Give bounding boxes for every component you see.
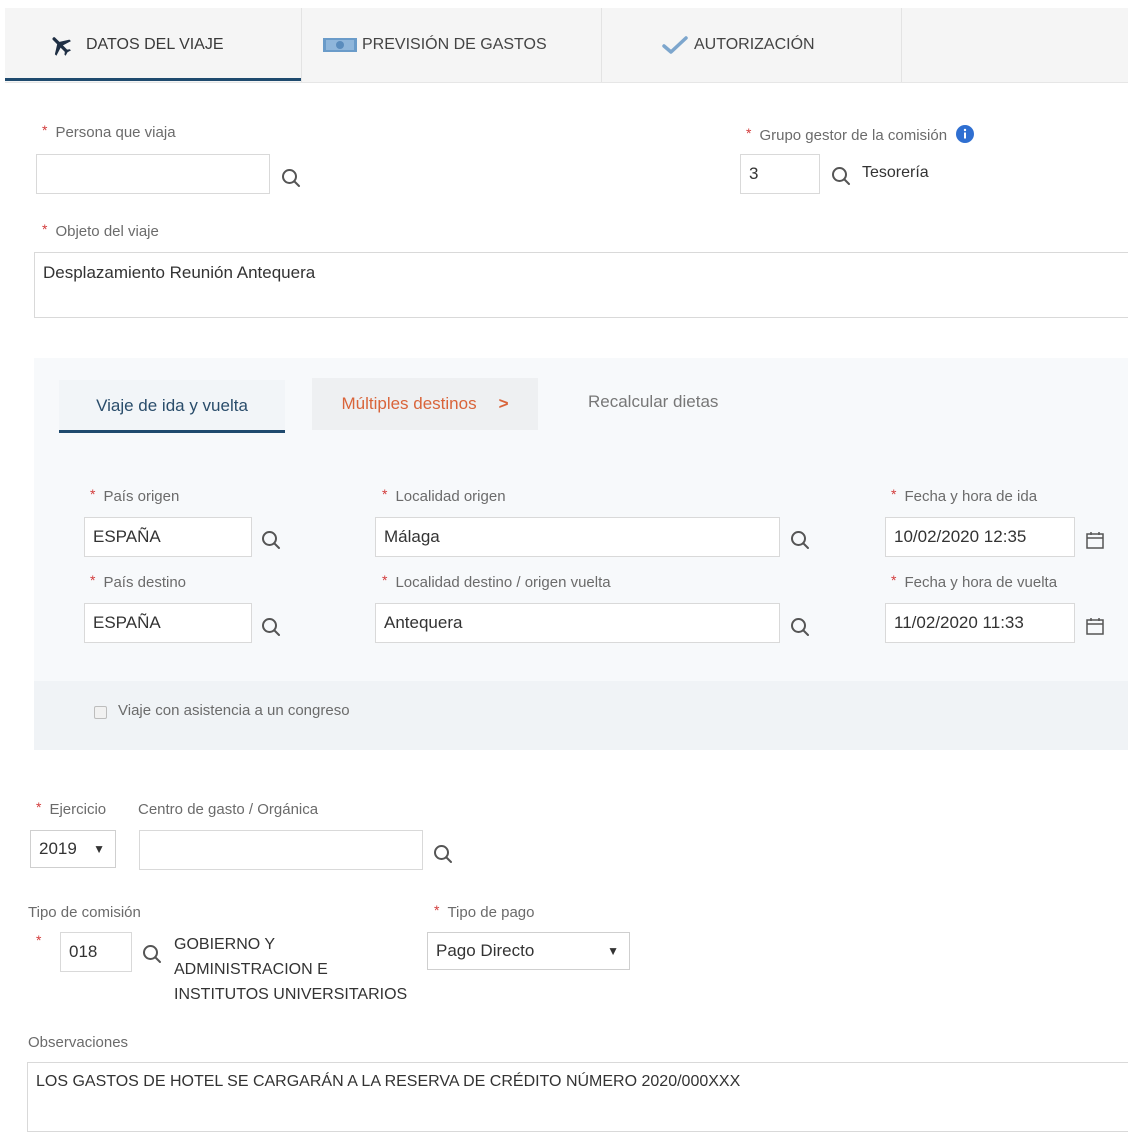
centro-input[interactable] (139, 830, 423, 870)
observaciones-label: Observaciones (28, 1034, 129, 1051)
pais-destino-input[interactable]: ESPAÑA (84, 603, 252, 643)
search-icon[interactable] (260, 529, 282, 551)
description-line: GOBIERNO Y (174, 936, 276, 953)
tipo-pago-label: * Tipo de pago (434, 902, 535, 921)
localidad-destino-label: * Localidad destino / origen vuelta (382, 572, 611, 591)
description-line: ADMINISTRACION E (174, 961, 328, 978)
tab-label: AUTORIZACIÓN (694, 36, 815, 53)
tab-divider (601, 8, 602, 82)
subtab-ida-vuelta[interactable]: Viaje de ida y vuelta (59, 380, 285, 432)
tab-divider (301, 8, 302, 82)
pais-origen-input[interactable]: ESPAÑA (84, 517, 252, 557)
search-icon[interactable] (432, 843, 454, 865)
subtab-label: Recalcular dietas (588, 392, 719, 411)
grupo-label: * Grupo gestor de la comisión (746, 124, 975, 148)
chevron-right-icon: > (498, 394, 509, 413)
airplane-icon (48, 32, 74, 58)
required-marker: * (36, 932, 42, 948)
persona-label: * Persona que viaja (42, 122, 176, 141)
search-icon[interactable] (789, 529, 811, 551)
subtab-active-indicator (59, 430, 285, 433)
subtab-recalcular-dietas[interactable]: Recalcular dietas (588, 392, 718, 412)
localidad-origen-label: * Localidad origen (382, 486, 506, 505)
fecha-ida-input[interactable]: 10/02/2020 12:35 (885, 517, 1075, 557)
congreso-label: Viaje con asistencia a un congreso (118, 702, 350, 719)
subtab-label: Múltiples destinos (341, 394, 477, 413)
search-icon[interactable] (280, 167, 302, 189)
congreso-checkbox[interactable] (94, 706, 107, 719)
grupo-name: Tesorería (862, 164, 929, 181)
fecha-vuelta-label: * Fecha y hora de vuelta (891, 572, 1058, 591)
description-line: INSTITUTOS UNIVERSITARIOS (174, 986, 408, 1003)
centro-label: Centro de gasto / Orgánica (138, 801, 319, 818)
objeto-label: * Objeto del viaje (42, 221, 159, 240)
tipo-comision-description: GOBIERNO Y ADMINISTRACION E INSTITUTOS U… (174, 932, 407, 1007)
grupo-code-input[interactable]: 3 (740, 154, 820, 194)
subtab-label: Viaje de ida y vuelta (96, 396, 248, 415)
fecha-ida-label: * Fecha y hora de ida (891, 486, 1038, 505)
tab-label: PREVISIÓN DE GASTOS (362, 36, 547, 53)
tab-divider (901, 8, 902, 82)
tipo-pago-select[interactable]: Pago Directo ▼ (427, 932, 630, 970)
search-icon[interactable] (141, 943, 163, 965)
calendar-icon[interactable] (1085, 530, 1105, 550)
ejercicio-select[interactable]: 2019 ▼ (30, 830, 116, 868)
search-icon[interactable] (789, 616, 811, 638)
calendar-icon[interactable] (1085, 616, 1105, 636)
localidad-origen-input[interactable]: Málaga (375, 517, 780, 557)
persona-input[interactable] (36, 154, 270, 194)
tab-autorizacion[interactable]: AUTORIZACIÓN (662, 8, 815, 82)
active-tab-indicator (5, 78, 301, 81)
tab-datos-del-viaje[interactable]: DATOS DEL VIAJE (48, 8, 224, 82)
search-icon[interactable] (260, 616, 282, 638)
search-icon[interactable] (830, 165, 852, 187)
money-icon (322, 35, 358, 55)
select-value: 2019 (39, 839, 77, 858)
ejercicio-label: * Ejercicio (36, 799, 107, 818)
objeto-textarea[interactable]: Desplazamiento Reunión Antequera (34, 252, 1128, 318)
tab-label: DATOS DEL VIAJE (86, 36, 224, 53)
select-value: Pago Directo (436, 941, 535, 960)
fecha-vuelta-input[interactable]: 11/02/2020 11:33 (885, 603, 1075, 643)
subtab-multiples-destinos[interactable]: Múltiples destinos > (312, 378, 538, 430)
localidad-destino-input[interactable]: Antequera (375, 603, 780, 643)
pais-origen-label: * País origen (90, 486, 180, 505)
info-icon[interactable] (955, 124, 975, 148)
tipo-comision-code-input[interactable]: 018 (60, 932, 132, 972)
tipo-comision-label: Tipo de comisión (28, 904, 141, 921)
chevron-down-icon: ▼ (93, 842, 105, 856)
tab-prevision-de-gastos[interactable]: PREVISIÓN DE GASTOS (322, 8, 547, 82)
chevron-down-icon: ▼ (607, 944, 619, 958)
pais-destino-label: * País destino (90, 572, 187, 591)
checkmark-icon (662, 35, 688, 55)
